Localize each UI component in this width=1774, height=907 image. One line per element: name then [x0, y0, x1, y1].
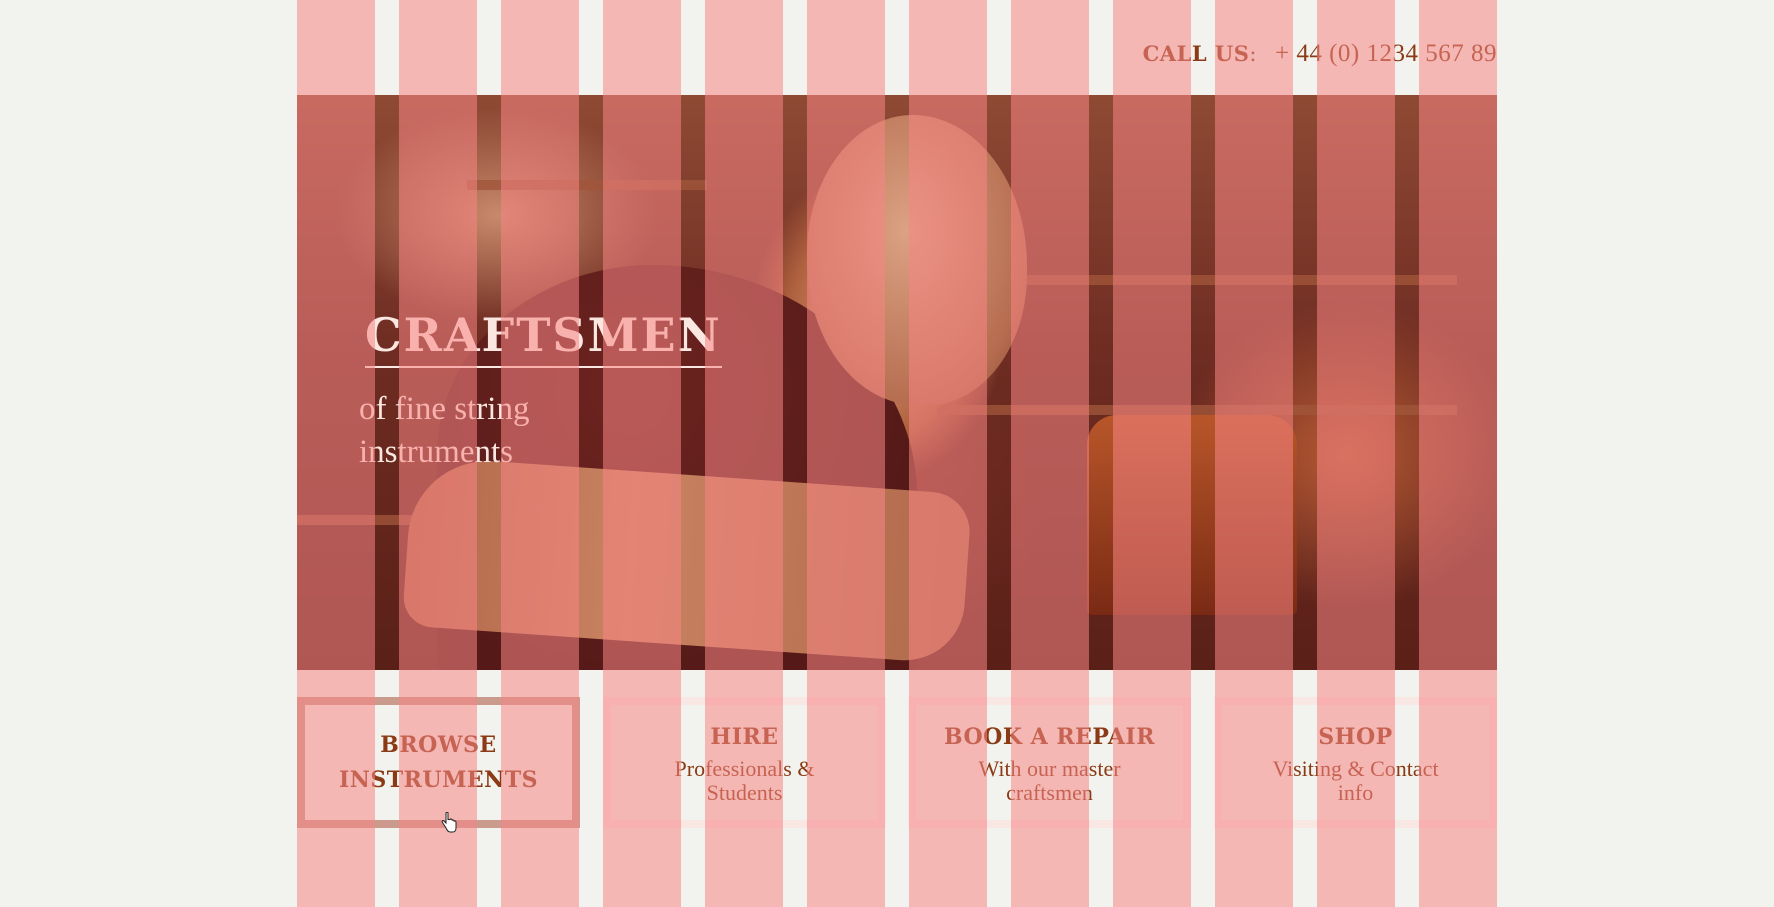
shelf — [937, 405, 1457, 415]
tile-title: BOOK A REPAIR — [944, 724, 1155, 750]
tile-subtitle: Professionals & Students — [674, 756, 815, 805]
page: CALL US: + 44 (0) 1234 567 89 CRAFTSMEN … — [297, 0, 1497, 907]
header: CALL US: + 44 (0) 1234 567 89 — [297, 0, 1497, 95]
hand-pointer-icon — [441, 812, 457, 833]
tile-hire[interactable]: HIRE Professionals & Students — [603, 697, 886, 828]
tile-title: HIRE — [710, 724, 779, 750]
call-us-block: CALL US: + 44 (0) 1234 567 89 — [1143, 40, 1497, 68]
craftsman-head-image — [807, 115, 1027, 405]
call-us-text: CALL US — [1142, 41, 1250, 66]
tile-book-a-repair[interactable]: BOOK A REPAIR With our master craftsmen — [908, 697, 1191, 828]
nav-tiles: BROWSE INSTRUMENTS HIRE Professionals & … — [297, 697, 1497, 828]
hero-subtitle: of fine string instruments — [359, 391, 530, 470]
tile-browse-instruments[interactable]: BROWSE INSTRUMENTS — [297, 697, 580, 828]
instrument-image — [1087, 415, 1297, 615]
hero-title: CRAFTSMEN — [365, 308, 722, 368]
call-us-separator: : — [1249, 42, 1257, 66]
hero-banner: CRAFTSMEN of fine string instruments — [297, 95, 1497, 670]
shelf — [467, 180, 707, 190]
phone-link[interactable]: + 44 (0) 1234 567 89 — [1275, 40, 1497, 68]
tile-title: SHOP — [1318, 724, 1393, 750]
tile-subtitle: With our master craftsmen — [978, 756, 1121, 805]
call-us-label: CALL US: — [1143, 41, 1257, 66]
tile-subtitle: Visiting & Contact info — [1272, 756, 1439, 805]
hero-text: CRAFTSMEN of fine string instruments — [359, 308, 722, 474]
tile-title: BROWSE INSTRUMENTS — [338, 731, 539, 793]
tile-shop[interactable]: SHOP Visiting & Contact info — [1214, 697, 1497, 828]
